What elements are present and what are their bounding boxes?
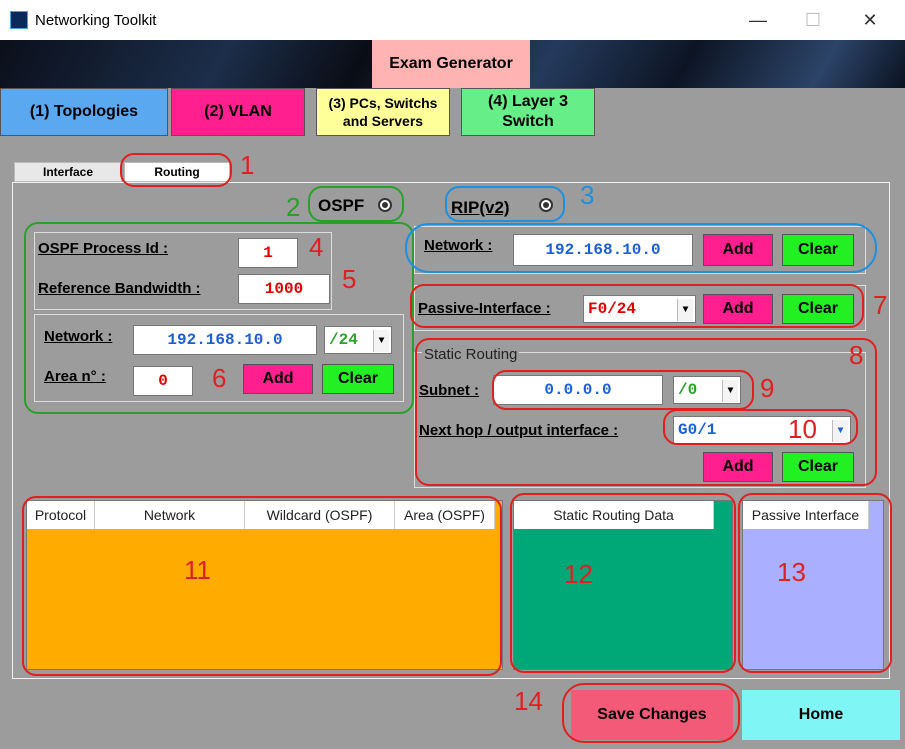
chevron-down-icon: ▼ — [373, 330, 389, 352]
ospf-process-label: OSPF Process Id : — [38, 240, 169, 257]
chevron-down-icon: ▼ — [722, 380, 738, 402]
app-icon — [10, 11, 28, 29]
chevron-down-icon: ▼ — [832, 420, 848, 442]
annotation-number-1: 1 — [240, 150, 255, 180]
subnet-mask-value: /0 — [678, 381, 698, 399]
save-changes-button[interactable]: Save Changes — [571, 690, 733, 740]
reference-bandwidth-input[interactable]: 1000 — [238, 274, 330, 304]
subnet-mask-select[interactable]: /0 ▼ — [673, 376, 741, 404]
column-header-wildcard[interactable]: Wildcard (OSPF) — [245, 501, 395, 529]
ospf-label: OSPF — [318, 196, 365, 215]
annotation-number-14: 14 — [514, 686, 543, 716]
static-routing-title: Static Routing — [422, 346, 520, 363]
rip-radio[interactable] — [539, 198, 553, 212]
column-header-static-routing-data[interactable]: Static Routing Data — [514, 501, 714, 529]
chevron-down-icon: ▼ — [677, 299, 693, 321]
next-hop-label: Next hop / output interface : — [419, 422, 619, 439]
minimize-button[interactable]: — — [738, 6, 778, 34]
annotation-number-9: 9 — [760, 373, 775, 403]
passive-add-button[interactable]: Add — [703, 294, 773, 324]
next-hop-value: G0/1 — [678, 421, 717, 439]
passive-interface-table[interactable]: Passive Interface — [742, 500, 884, 670]
static-clear-button[interactable]: Clear — [782, 452, 854, 482]
maximize-button[interactable]: ☐ — [793, 6, 833, 34]
column-header-network[interactable]: Network — [95, 501, 245, 529]
layer3-switch-button[interactable]: (4) Layer 3 Switch — [461, 88, 595, 136]
annotation-number-11: 11 — [184, 555, 211, 585]
ospf-mask-value: /24 — [329, 331, 358, 349]
home-button[interactable]: Home — [742, 690, 900, 740]
rip-clear-button[interactable]: Clear — [782, 234, 854, 266]
ospf-network-input[interactable]: 192.168.10.0 — [133, 325, 317, 355]
area-input[interactable]: 0 — [133, 366, 193, 396]
annotation-number-8: 8 — [849, 340, 864, 370]
area-label: Area n° : — [44, 368, 106, 385]
rip-network-input[interactable]: 192.168.10.0 — [513, 234, 693, 266]
ospf-clear-button[interactable]: Clear — [322, 364, 394, 394]
routing-data-table[interactable]: Protocol Network Wildcard (OSPF) Area (O… — [26, 500, 503, 670]
subnet-label: Subnet : — [419, 382, 479, 399]
static-routing-data-table[interactable]: Static Routing Data — [513, 500, 733, 670]
ospf-network-label: Network : — [44, 328, 113, 345]
passive-interface-label: Passive-Interface : — [418, 300, 551, 317]
window-title: Networking Toolkit — [35, 12, 157, 29]
static-add-button[interactable]: Add — [703, 452, 773, 482]
tab-interface[interactable]: Interface — [14, 162, 122, 182]
pcs-switchs-servers-button[interactable]: (3) PCs, Switchs and Servers — [316, 88, 450, 136]
tab-routing[interactable]: Routing — [124, 162, 230, 182]
topologies-button[interactable]: (1) Topologies — [0, 88, 168, 136]
ospf-process-input[interactable]: 1 — [238, 238, 298, 268]
rip-network-label: Network : — [424, 237, 493, 254]
ospf-mask-select[interactable]: /24 ▼ — [324, 326, 392, 354]
annotation-number-10: 10 — [788, 414, 817, 444]
annotation-number-3: 3 — [580, 180, 595, 210]
close-button[interactable]: ✕ — [850, 6, 890, 34]
column-header-protocol[interactable]: Protocol — [27, 501, 95, 529]
rip-label: RIP(v2) — [451, 198, 510, 217]
next-hop-select[interactable]: G0/1 ▼ — [673, 416, 851, 444]
passive-interface-select[interactable]: F0/24 ▼ — [583, 295, 696, 323]
vlan-button[interactable]: (2) VLAN — [171, 88, 305, 136]
reference-bandwidth-label: Reference Bandwidth : — [38, 280, 201, 297]
annotation-number-12: 12 — [564, 559, 593, 589]
annotation-number-4: 4 — [309, 232, 324, 262]
column-header-area[interactable]: Area (OSPF) — [395, 501, 495, 529]
annotation-number-2: 2 — [286, 192, 301, 222]
exam-generator-button[interactable]: Exam Generator — [372, 40, 530, 88]
annotation-number-7: 7 — [873, 290, 888, 320]
annotation-number-5: 5 — [342, 264, 357, 294]
subnet-input[interactable]: 0.0.0.0 — [493, 375, 663, 405]
annotation-number-6: 6 — [212, 363, 227, 393]
rip-add-button[interactable]: Add — [703, 234, 773, 266]
passive-clear-button[interactable]: Clear — [782, 294, 854, 324]
passive-interface-value: F0/24 — [588, 300, 637, 318]
column-header-passive-interface[interactable]: Passive Interface — [743, 501, 869, 529]
annotation-number-13: 13 — [777, 557, 806, 587]
ospf-radio[interactable] — [378, 198, 392, 212]
ospf-add-button[interactable]: Add — [243, 364, 313, 394]
